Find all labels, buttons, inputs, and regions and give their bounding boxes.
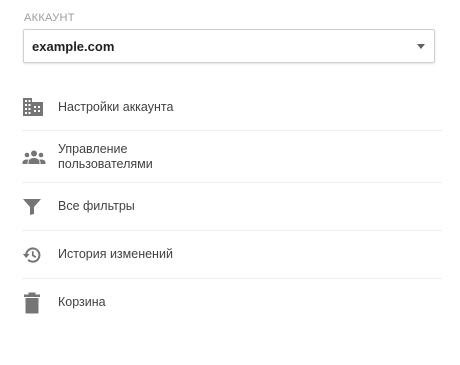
building-icon (22, 95, 48, 119)
menu-item-label: Все фильтры (58, 199, 135, 213)
menu-item-trash[interactable]: Корзина (22, 279, 442, 326)
chevron-down-icon (417, 44, 425, 49)
trash-icon (22, 291, 48, 315)
menu-item-user-management[interactable]: Управление пользователями (22, 131, 442, 183)
people-icon (22, 145, 48, 169)
menu-item-all-filters[interactable]: Все фильтры (22, 183, 442, 231)
menu-item-label: Настройки аккаунта (58, 99, 174, 114)
account-section-label: АККАУНТ (24, 12, 75, 24)
filter-icon (22, 195, 48, 219)
menu-item-label: Корзина (58, 295, 106, 309)
menu-item-change-history[interactable]: История изменений (22, 231, 442, 279)
account-selector[interactable]: example.com (23, 29, 435, 63)
account-panel: АККАУНТ example.com Настройки аккаунта У… (0, 0, 460, 365)
menu-item-label: История изменений (58, 247, 173, 261)
history-icon (22, 243, 48, 267)
account-selector-value: example.com (32, 39, 115, 54)
menu-item-label: Управление пользователями (58, 141, 153, 171)
menu-item-account-settings[interactable]: Настройки аккаунта (22, 84, 442, 131)
account-menu: Настройки аккаунта Управление пользовате… (22, 84, 442, 326)
